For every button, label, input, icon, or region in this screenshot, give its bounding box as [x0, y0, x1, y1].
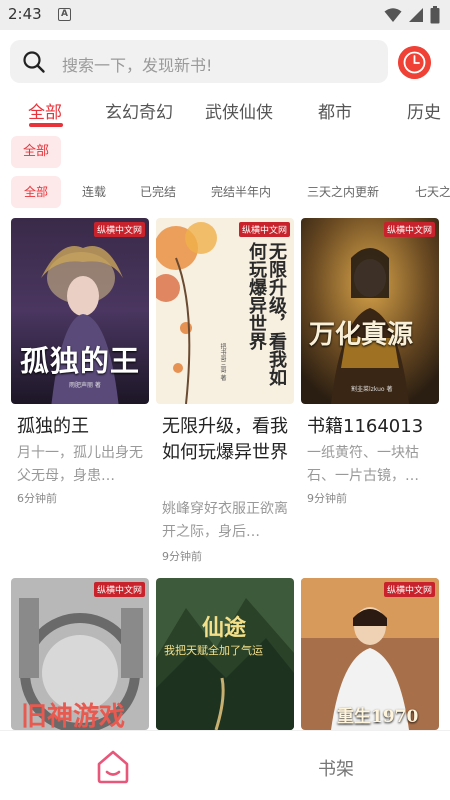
cover-author: 割韭菜lzkuo 著	[351, 386, 393, 393]
cover-title-art: 旧神游戏	[21, 702, 126, 730]
book-desc: 月十一，孤儿出身无父无母，身患…	[17, 445, 143, 484]
bookshelf-tab[interactable]: 书架	[318, 755, 354, 781]
cover-author: 把书哥三哥 著	[219, 343, 226, 381]
signal-icon	[409, 8, 423, 22]
search-icon	[23, 51, 45, 73]
book-cover[interactable]: 纵横中文网 旧神游戏	[11, 578, 149, 730]
history-clock-icon[interactable]	[398, 46, 431, 79]
filter-updated-7-days[interactable]: 七天之	[415, 176, 450, 208]
cover-badge: 纵横中文网	[238, 222, 290, 237]
cover-badge: 纵横中文网	[93, 222, 145, 237]
cover-badge: 纵横中文网	[93, 582, 145, 597]
book-cover[interactable]: 纵横中文网 重生1970	[301, 578, 439, 730]
book-update-time: 9分钟前	[307, 492, 347, 505]
search-input[interactable]: 搜索一下，发现新书!	[62, 52, 212, 76]
cover-title-art: 孤独的王	[20, 344, 141, 378]
book-desc: 姚峰穿好衣服正欲离开之际，身后…	[162, 501, 288, 540]
book-update-time: 6分钟前	[17, 492, 57, 505]
tab-wuxia[interactable]: 武侠仙侠	[205, 98, 273, 123]
filter-ongoing[interactable]: 连载	[82, 176, 106, 208]
book-cover[interactable]: 仙途 我把天赋全加了气运	[156, 578, 294, 730]
battery-icon	[430, 6, 440, 24]
cover-badge: 纵横中文网	[383, 582, 435, 597]
bottom-nav: 书架	[0, 730, 450, 800]
cover-title-art: 仙途	[202, 615, 247, 641]
cover-badge: 纵横中文网	[383, 222, 435, 237]
cover-title-art: 万化真源	[309, 320, 414, 350]
filter-updated-3-days[interactable]: 三天之内更新	[307, 176, 379, 208]
cover-title-art: 重生1970	[337, 707, 419, 727]
status-icons	[384, 6, 440, 24]
home-icon[interactable]	[94, 747, 132, 785]
tab-history[interactable]: 历史	[407, 98, 441, 123]
notification-icon: A	[58, 8, 71, 21]
subcategory-chip-all[interactable]: 全部	[11, 136, 61, 168]
book-cover[interactable]: 纵横中文网 无限升级，看我如何玩爆异世界 把书哥三哥 著	[156, 218, 294, 404]
wifi-icon	[384, 8, 402, 22]
status-time: 2:43	[8, 5, 42, 23]
cover-subtitle-art: 我把天赋全加了气运	[164, 644, 263, 657]
tab-fantasy[interactable]: 玄幻奇幻	[105, 98, 173, 123]
book-title: 孤独的王	[17, 416, 89, 437]
search-bar[interactable]: 搜索一下，发现新书!	[10, 40, 388, 83]
filter-row: 全部 连载 已完结 完结半年内 三天之内更新 七天之	[0, 176, 450, 210]
tab-all[interactable]: 全部	[28, 98, 62, 123]
book-update-time: 9分钟前	[162, 550, 202, 563]
category-tabs: 全部 玄幻奇幻 武侠仙侠 都市 历史	[0, 94, 450, 128]
book-title: 书籍1164013	[307, 416, 424, 437]
book-cover[interactable]: 纵横中文网 孤独的王 雨肥声丽 著	[11, 218, 149, 404]
filter-completed-half-year[interactable]: 完结半年内	[211, 176, 271, 208]
filter-completed[interactable]: 已完结	[140, 176, 176, 208]
status-bar: 2:43 A	[0, 0, 450, 30]
cover-author: 雨肥声丽 著	[69, 382, 101, 389]
tab-urban[interactable]: 都市	[318, 98, 352, 123]
book-cover[interactable]: 纵横中文网 万化真源 割韭菜lzkuo 著	[301, 218, 439, 404]
filter-all[interactable]: 全部	[11, 176, 61, 208]
cover-title-art: 无限升级，看我如何玩爆异世界	[246, 242, 287, 386]
tab-indicator	[29, 123, 63, 127]
book-desc: 一纸黄符、一块枯石、一片古镜，…	[307, 445, 419, 484]
book-title: 无限升级，看我如何玩爆异世界	[162, 416, 288, 463]
